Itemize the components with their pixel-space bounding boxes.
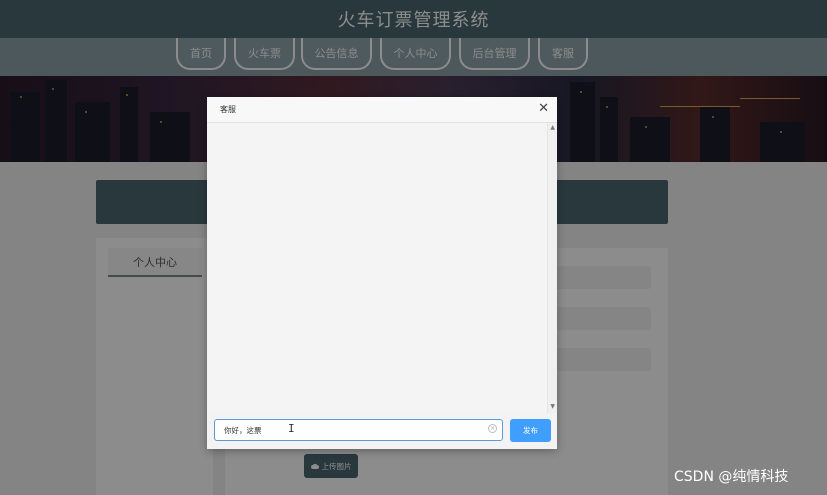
scroll-down-icon[interactable]: ▼ bbox=[550, 403, 555, 410]
message-input[interactable] bbox=[214, 419, 503, 441]
text-cursor-icon: I bbox=[288, 422, 295, 435]
watermark: CSDN @纯情科技 bbox=[674, 469, 789, 485]
chat-scrollbar[interactable] bbox=[547, 123, 557, 413]
send-button[interactable]: 发布 bbox=[510, 419, 551, 442]
dialog-title: 客服 bbox=[220, 105, 236, 114]
scroll-up-icon[interactable]: ▲ bbox=[550, 124, 555, 131]
close-icon[interactable]: ✕ bbox=[538, 101, 549, 116]
customer-service-dialog: 客服 ✕ ▲ ▼ I × 发布 bbox=[207, 97, 557, 449]
clear-icon[interactable]: × bbox=[488, 424, 497, 433]
chat-message-area bbox=[207, 123, 547, 413]
dialog-header: 客服 ✕ bbox=[207, 97, 557, 123]
